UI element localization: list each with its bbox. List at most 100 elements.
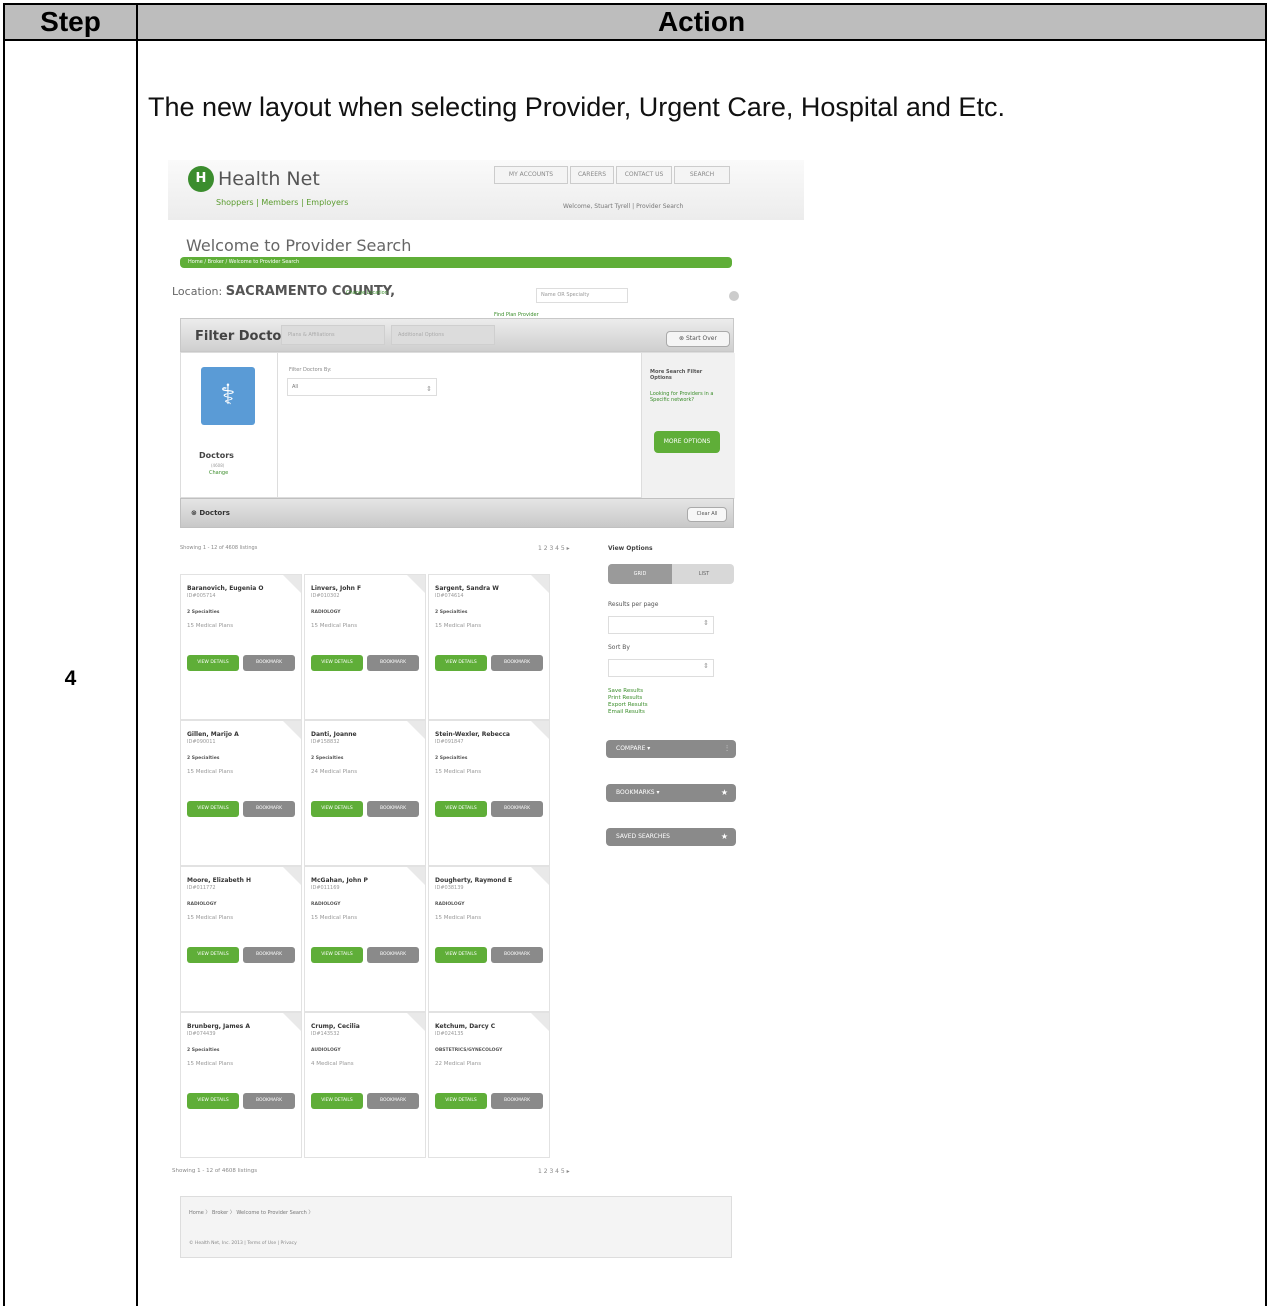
sort-by-select[interactable]: ⇕	[608, 659, 714, 677]
view-details-button[interactable]: VIEW DETAILS	[187, 655, 239, 671]
chevron-updown-icon: ⇕	[426, 385, 432, 393]
view-details-button[interactable]: VIEW DETAILS	[435, 801, 487, 817]
bookmark-button[interactable]: BOOKMARK	[243, 655, 295, 671]
provider-card[interactable]: Gillen, Marijo A ID#090011 2 Specialties 15…	[180, 720, 302, 866]
bookmark-button[interactable]: BOOKMARK	[367, 947, 419, 963]
audience-links[interactable]: Shoppers | Members | Employers	[216, 198, 348, 207]
provider-id: ID#038139	[435, 885, 464, 891]
bookmark-button[interactable]: BOOKMARK	[243, 801, 295, 817]
provider-plans: 15 Medical Plans	[435, 769, 482, 775]
print-results-link[interactable]: Print Results	[608, 695, 648, 702]
search-submit-icon[interactable]	[729, 291, 739, 301]
more-search-panel: More Search Filter Options Looking for P…	[641, 353, 735, 499]
provider-card[interactable]: Brunberg, James A ID#074439 2 Specialties 1…	[180, 1012, 302, 1158]
provider-specialty: RADIOLOGY	[311, 902, 341, 907]
provider-card[interactable]: Linvers, John F ID#010302 RADIOLOGY 15 Medi…	[304, 574, 426, 720]
grid-view-button[interactable]: GRID	[608, 564, 672, 584]
filter-by-select[interactable]: All ⇕	[287, 378, 437, 396]
pagination-bottom[interactable]: 1 2 3 4 5 ▸	[538, 1168, 570, 1175]
tab-additional-options[interactable]: Additional Options	[391, 325, 495, 345]
active-filter-doctors[interactable]: ⊗ Doctors	[191, 509, 230, 517]
compare-button[interactable]: COMPARE ▾ ⫶	[606, 740, 736, 758]
chevron-updown-icon: ⇕	[703, 619, 709, 627]
export-results-link[interactable]: Export Results	[608, 702, 648, 709]
saved-searches-button[interactable]: SAVED SEARCHES ★	[606, 828, 736, 846]
provider-specialty: 2 Specialties	[435, 610, 468, 615]
results-per-page-select[interactable]: ⇕	[608, 616, 714, 634]
more-options-button[interactable]: MORE OPTIONS	[654, 431, 720, 453]
bookmark-button[interactable]: BOOKMARK	[491, 655, 543, 671]
more-search-heading: More Search Filter Options	[650, 369, 703, 381]
clear-all-button[interactable]: Clear All	[687, 507, 727, 522]
header-action: Action	[657, 6, 746, 37]
provider-card[interactable]: Crump, Cecilia ID#143532 AUDIOLOGY 4 Medica…	[304, 1012, 426, 1158]
provider-plans: 15 Medical Plans	[435, 915, 482, 921]
page-title: Welcome to Provider Search	[186, 236, 412, 255]
provider-specialty: OBSTETRICS/GYNECOLOGY	[435, 1048, 503, 1053]
nav-my-accounts[interactable]: MY ACCOUNTS	[494, 166, 568, 184]
provider-name: Gillen, Marijo A	[187, 731, 239, 738]
pagination[interactable]: 1 2 3 4 5 ▸	[538, 545, 570, 552]
bookmark-button[interactable]: BOOKMARK	[243, 1093, 295, 1109]
provider-card[interactable]: Ketchum, Darcy C ID#024135 OBSTETRICS/GYNE…	[428, 1012, 550, 1158]
provider-plans: 24 Medical Plans	[311, 769, 358, 775]
save-results-link[interactable]: Save Results	[608, 688, 648, 695]
action-caption: The new layout when selecting Provider, …	[148, 92, 1005, 122]
tab-plans-affiliations[interactable]: Plans & Affiliations	[281, 325, 385, 345]
view-details-button[interactable]: VIEW DETAILS	[311, 947, 363, 963]
view-details-button[interactable]: VIEW DETAILS	[435, 1093, 487, 1109]
provider-card[interactable]: Baranovich, Eugenia O ID#005714 2 Specialt…	[180, 574, 302, 720]
provider-id: ID#074439	[187, 1031, 216, 1037]
provider-id: ID#158832	[311, 739, 340, 745]
saved-searches-label: SAVED SEARCHES	[616, 833, 670, 840]
provider-id: ID#011772	[187, 885, 216, 891]
location-label: Location:	[172, 285, 223, 298]
bookmarks-button[interactable]: BOOKMARKS ▾ ★	[606, 784, 736, 802]
bookmark-button[interactable]: BOOKMARK	[367, 1093, 419, 1109]
health-net-logo-icon: H	[188, 166, 214, 192]
name-specialty-search-input[interactable]: Name OR Specialty	[536, 288, 628, 303]
provider-plans: 15 Medical Plans	[435, 623, 482, 629]
provider-card[interactable]: Dougherty, Raymond E ID#038139 RADIOLOGY 15…	[428, 866, 550, 1012]
doctors-count: (4608)	[211, 463, 225, 468]
change-location-link[interactable]: Change Location	[346, 290, 388, 296]
bookmark-button[interactable]: BOOKMARK	[491, 1093, 543, 1109]
bookmark-button[interactable]: BOOKMARK	[491, 801, 543, 817]
view-details-button[interactable]: VIEW DETAILS	[311, 655, 363, 671]
provider-card[interactable]: Stein-Wexler, Rebecca ID#091847 2 Specialt…	[428, 720, 550, 866]
bookmark-button[interactable]: BOOKMARK	[491, 947, 543, 963]
filter-panel: ⚕ Doctors (4608) Change Filter Doctors B…	[180, 352, 735, 499]
provider-card[interactable]: Sargent, Sandra W ID#074614 2 Specialties 1…	[428, 574, 550, 720]
list-view-button[interactable]: LIST	[674, 564, 734, 584]
doctors-change-link[interactable]: Change	[209, 470, 228, 476]
footer-breadcrumb[interactable]: Home 〉 Broker 〉 Welcome to Provider Sear…	[189, 1209, 313, 1216]
provider-card[interactable]: Moore, Elizabeth H ID#011772 RADIOLOGY 15 M…	[180, 866, 302, 1012]
start-over-button[interactable]: ⊗ Start Over	[666, 331, 730, 347]
view-details-button[interactable]: VIEW DETAILS	[311, 1093, 363, 1109]
view-details-button[interactable]: VIEW DETAILS	[187, 947, 239, 963]
nav-search[interactable]: SEARCH	[674, 166, 730, 184]
provider-card[interactable]: McGahan, John P ID#011169 RADIOLOGY 15 Medi…	[304, 866, 426, 1012]
stethoscope-icon[interactable]: ⚕	[201, 367, 255, 425]
provider-name: Baranovich, Eugenia O	[187, 585, 264, 592]
provider-search-screenshot: H Health Net Shoppers | Members | Employ…	[168, 160, 804, 1260]
provider-specialty: AUDIOLOGY	[311, 1048, 341, 1053]
provider-plans: 15 Medical Plans	[311, 915, 358, 921]
view-details-button[interactable]: VIEW DETAILS	[187, 1093, 239, 1109]
email-results-link[interactable]: Email Results	[608, 709, 648, 716]
bookmark-button[interactable]: BOOKMARK	[243, 947, 295, 963]
view-details-button[interactable]: VIEW DETAILS	[311, 801, 363, 817]
provider-card[interactable]: Danti, Joanne ID#158832 2 Specialties 24 Me…	[304, 720, 426, 866]
nav-contact-us[interactable]: CONTACT US	[616, 166, 672, 184]
view-details-button[interactable]: VIEW DETAILS	[435, 947, 487, 963]
breadcrumb[interactable]: Home / Broker / Welcome to Provider Sear…	[180, 257, 732, 268]
bookmark-button[interactable]: BOOKMARK	[367, 801, 419, 817]
view-details-button[interactable]: VIEW DETAILS	[187, 801, 239, 817]
view-details-button[interactable]: VIEW DETAILS	[435, 655, 487, 671]
provider-specialty: RADIOLOGY	[187, 902, 217, 907]
footer-copyright: © Health Net, Inc. 2013 | Terms of Use |…	[189, 1241, 297, 1246]
nav-careers[interactable]: CAREERS	[570, 166, 614, 184]
provider-specialty: 2 Specialties	[435, 756, 468, 761]
bookmark-button[interactable]: BOOKMARK	[367, 655, 419, 671]
active-filter-label: Doctors	[199, 509, 230, 517]
